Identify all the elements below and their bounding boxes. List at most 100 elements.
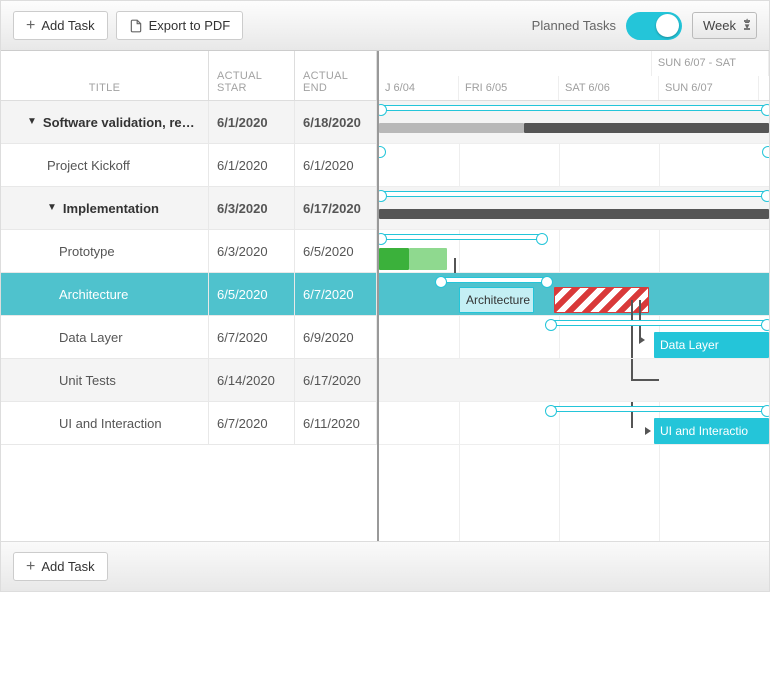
chart-row[interactable]: Architecture <box>379 273 769 316</box>
task-bar-ui[interactable]: UI and Interactio <box>654 418 769 444</box>
add-task-button-footer[interactable]: + Add Task <box>13 552 108 581</box>
col-actual-end[interactable]: ACTUAL END <box>295 51 377 100</box>
timeline-header: SUN 6/07 - SAT J 6/04FRI 6/05SAT 6/06SUN… <box>379 51 769 101</box>
cell-actual-start[interactable]: 6/7/2020 <box>209 316 295 358</box>
planned-bar[interactable] <box>379 234 544 240</box>
timeline-day: SUN 6/07 <box>659 76 759 101</box>
scale-select[interactable]: Week ▲▼ <box>692 12 757 39</box>
cell-actual-end[interactable]: 6/9/2020 <box>295 316 377 358</box>
task-bar-data-layer[interactable]: Data Layer <box>654 332 769 358</box>
export-pdf-label: Export to PDF <box>149 18 231 33</box>
cell-actual-end[interactable]: 6/17/2020 <box>295 359 377 401</box>
collapse-toggle-icon[interactable]: ▼ <box>47 202 57 213</box>
cell-actual-start[interactable]: 6/1/2020 <box>209 101 295 143</box>
cell-actual-start[interactable]: 6/1/2020 <box>209 144 295 186</box>
cell-title[interactable]: Data Layer <box>1 316 209 358</box>
cell-title[interactable]: Architecture <box>1 273 209 315</box>
row-title: Data Layer <box>59 330 123 345</box>
table-row[interactable]: Data Layer 6/7/20206/9/2020 <box>1 316 377 359</box>
summary-bar[interactable] <box>379 123 524 133</box>
cell-actual-start[interactable]: 6/7/2020 <box>209 402 295 444</box>
cell-title[interactable]: UI and Interaction <box>1 402 209 444</box>
cell-actual-start[interactable]: 6/3/2020 <box>209 187 295 229</box>
col-title[interactable]: TITLE <box>1 51 209 100</box>
table-row[interactable]: Unit Tests 6/14/20206/17/2020 <box>1 359 377 402</box>
chart-row[interactable] <box>379 359 769 402</box>
cell-actual-start[interactable]: 6/5/2020 <box>209 273 295 315</box>
planned-bar[interactable] <box>379 191 769 197</box>
row-title: Project Kickoff <box>47 158 130 173</box>
cell-actual-end[interactable]: 6/7/2020 <box>295 273 377 315</box>
body: TITLE ACTUAL STAR ACTUAL END ▼ Software v… <box>1 51 769 541</box>
table-row[interactable]: Prototype 6/3/20206/5/2020 <box>1 230 377 273</box>
add-task-button[interactable]: + Add Task <box>13 11 108 40</box>
plus-icon: + <box>26 560 35 573</box>
collapse-toggle-icon[interactable]: ▼ <box>27 116 37 127</box>
toolbar: + Add Task Export to PDF Planned Tasks W… <box>1 1 769 51</box>
pdf-icon <box>129 19 143 33</box>
planned-bar[interactable] <box>549 406 769 412</box>
cell-actual-end[interactable]: 6/18/2020 <box>295 101 377 143</box>
planned-tasks-label: Planned Tasks <box>532 18 616 33</box>
row-title: Unit Tests <box>59 373 116 388</box>
table-row[interactable]: ▼ Implementation 6/3/20206/17/2020 <box>1 187 377 230</box>
planned-bar[interactable] <box>379 105 769 111</box>
table-rows: ▼ Software validation, re… 6/1/20206/18/20… <box>1 101 377 445</box>
task-bar-late[interactable] <box>554 287 649 313</box>
cell-title[interactable]: Prototype <box>1 230 209 272</box>
table-row[interactable]: ▼ Software validation, re… 6/1/20206/18/20… <box>1 101 377 144</box>
row-title: Architecture <box>59 287 128 302</box>
timeline[interactable]: SUN 6/07 - SAT J 6/04FRI 6/05SAT 6/06SUN… <box>379 51 769 541</box>
add-task-label: Add Task <box>41 18 94 33</box>
chart-row[interactable] <box>379 101 769 144</box>
cell-actual-end[interactable]: 6/17/2020 <box>295 187 377 229</box>
cell-actual-start[interactable]: 6/14/2020 <box>209 359 295 401</box>
table-row[interactable]: Project Kickoff 6/1/20206/1/2020 <box>1 144 377 187</box>
planned-bar[interactable] <box>549 320 769 326</box>
planned-tasks-toggle[interactable] <box>626 12 682 40</box>
add-task-label: Add Task <box>41 559 94 574</box>
chart-row[interactable] <box>379 230 769 273</box>
footer: + Add Task <box>1 541 769 591</box>
summary-bar[interactable] <box>524 123 769 133</box>
cell-title[interactable]: ▼ Software validation, re… <box>1 101 209 143</box>
export-pdf-button[interactable]: Export to PDF <box>116 11 244 40</box>
summary-bar[interactable] <box>379 209 769 219</box>
task-bar[interactable] <box>409 248 447 270</box>
task-bar-architecture[interactable]: Architecture <box>459 287 534 313</box>
cell-actual-start[interactable]: 6/3/2020 <box>209 230 295 272</box>
chart-row[interactable]: UI and Interactio <box>379 402 769 445</box>
task-bar-label: Architecture <box>466 293 530 307</box>
planned-bar[interactable] <box>439 277 549 283</box>
timeline-group-empty <box>379 51 652 76</box>
cell-actual-end[interactable]: 6/5/2020 <box>295 230 377 272</box>
timeline-day: SAT 6/06 <box>559 76 659 101</box>
cell-title[interactable]: Project Kickoff <box>1 144 209 186</box>
plus-icon: + <box>26 19 35 32</box>
cell-title[interactable]: Unit Tests <box>1 359 209 401</box>
table-row[interactable]: UI and Interaction 6/7/20206/11/2020 <box>1 402 377 445</box>
gantt-chart[interactable]: Architecture Data Layer <box>379 101 769 541</box>
cell-actual-end[interactable]: 6/1/2020 <box>295 144 377 186</box>
gantt-app: + Add Task Export to PDF Planned Tasks W… <box>0 0 770 592</box>
task-table: TITLE ACTUAL STAR ACTUAL END ▼ Software v… <box>1 51 379 541</box>
row-title: Software validation, re… <box>43 115 195 130</box>
timeline-day: FRI 6/05 <box>459 76 559 101</box>
row-title: Implementation <box>63 201 159 216</box>
cell-actual-end[interactable]: 6/11/2020 <box>295 402 377 444</box>
row-title: UI and Interaction <box>59 416 162 431</box>
chart-row[interactable] <box>379 144 769 187</box>
chart-row[interactable]: Data Layer <box>379 316 769 359</box>
task-bar-label: Data Layer <box>660 338 719 352</box>
chevron-updown-icon: ▲▼ <box>743 18 751 30</box>
task-bar[interactable] <box>379 248 409 270</box>
row-title: Prototype <box>59 244 115 259</box>
col-actual-start[interactable]: ACTUAL STAR <box>209 51 295 100</box>
scale-value: Week <box>703 18 736 33</box>
timeline-group: SUN 6/07 - SAT <box>652 51 769 76</box>
timeline-day: J 6/04 <box>379 76 459 101</box>
table-header: TITLE ACTUAL STAR ACTUAL END <box>1 51 377 101</box>
table-row[interactable]: Architecture 6/5/20206/7/2020 <box>1 273 377 316</box>
cell-title[interactable]: ▼ Implementation <box>1 187 209 229</box>
chart-row[interactable] <box>379 187 769 230</box>
